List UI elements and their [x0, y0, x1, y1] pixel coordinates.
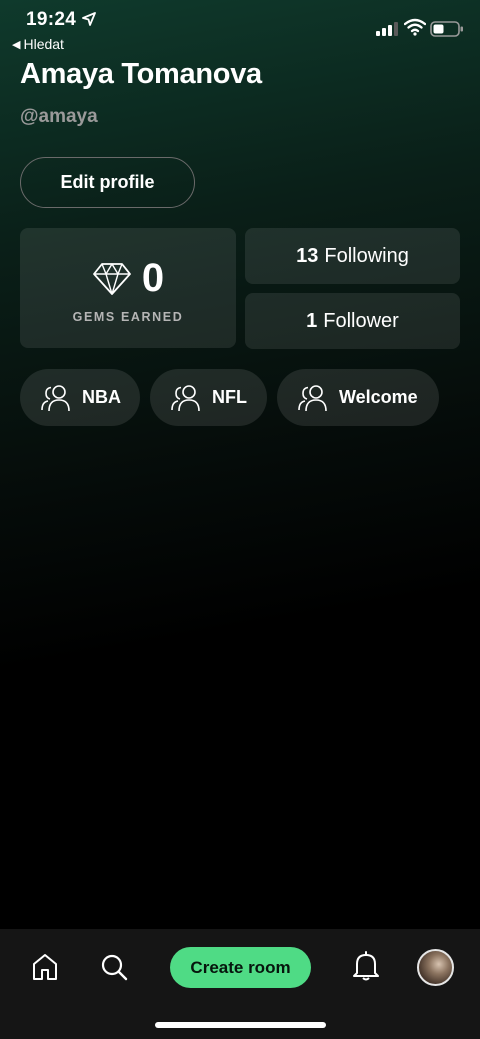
battery-icon	[430, 21, 463, 37]
status-time: 19:24	[26, 9, 77, 30]
gems-row: 0	[20, 256, 236, 301]
people-icon	[171, 384, 200, 411]
wifi-icon	[404, 18, 426, 36]
location-arrow-icon	[82, 12, 96, 26]
room-chip-label: NFL	[212, 387, 247, 407]
search-icon[interactable]	[100, 953, 128, 981]
profile-handle: @amaya	[20, 106, 98, 127]
gems-card[interactable]: 0 GEMS EARNED	[20, 228, 236, 348]
status-bar: 19:24 ◀ Hledat	[0, 0, 480, 54]
bell-icon[interactable]	[352, 951, 380, 981]
bottom-nav: Create room	[0, 929, 480, 1039]
back-label: Hledat	[23, 36, 64, 52]
home-icon[interactable]	[32, 953, 58, 981]
following-button[interactable]: 13 Following	[245, 228, 460, 284]
room-chip-nba[interactable]: NBA	[20, 369, 140, 426]
create-room-button[interactable]: Create room	[170, 947, 311, 988]
following-count: 13	[296, 244, 319, 267]
back-to-search-link[interactable]: ◀ Hledat	[12, 36, 64, 52]
gems-label: GEMS EARNED	[72, 310, 184, 324]
profile-avatar[interactable]	[417, 949, 454, 986]
room-chip-welcome[interactable]: Welcome	[277, 369, 439, 426]
follower-count: 1	[306, 309, 318, 332]
signal-icon	[376, 22, 398, 36]
gems-value: 0	[141, 256, 165, 300]
edit-profile-button[interactable]: Edit profile	[20, 157, 195, 208]
room-chip-nfl[interactable]: NFL	[150, 369, 267, 426]
room-chip-label: NBA	[82, 387, 121, 407]
room-chip-label: Welcome	[339, 387, 418, 407]
people-icon	[298, 384, 327, 411]
people-icon	[41, 384, 70, 411]
home-indicator	[155, 1022, 326, 1028]
profile-name: Amaya Tomanova	[20, 58, 262, 90]
diamond-icon	[92, 262, 131, 295]
follower-button[interactable]: 1 Follower	[245, 293, 460, 349]
following-label: Following	[324, 244, 409, 267]
back-arrow-icon: ◀	[12, 38, 21, 51]
follower-label: Follower	[323, 309, 399, 332]
